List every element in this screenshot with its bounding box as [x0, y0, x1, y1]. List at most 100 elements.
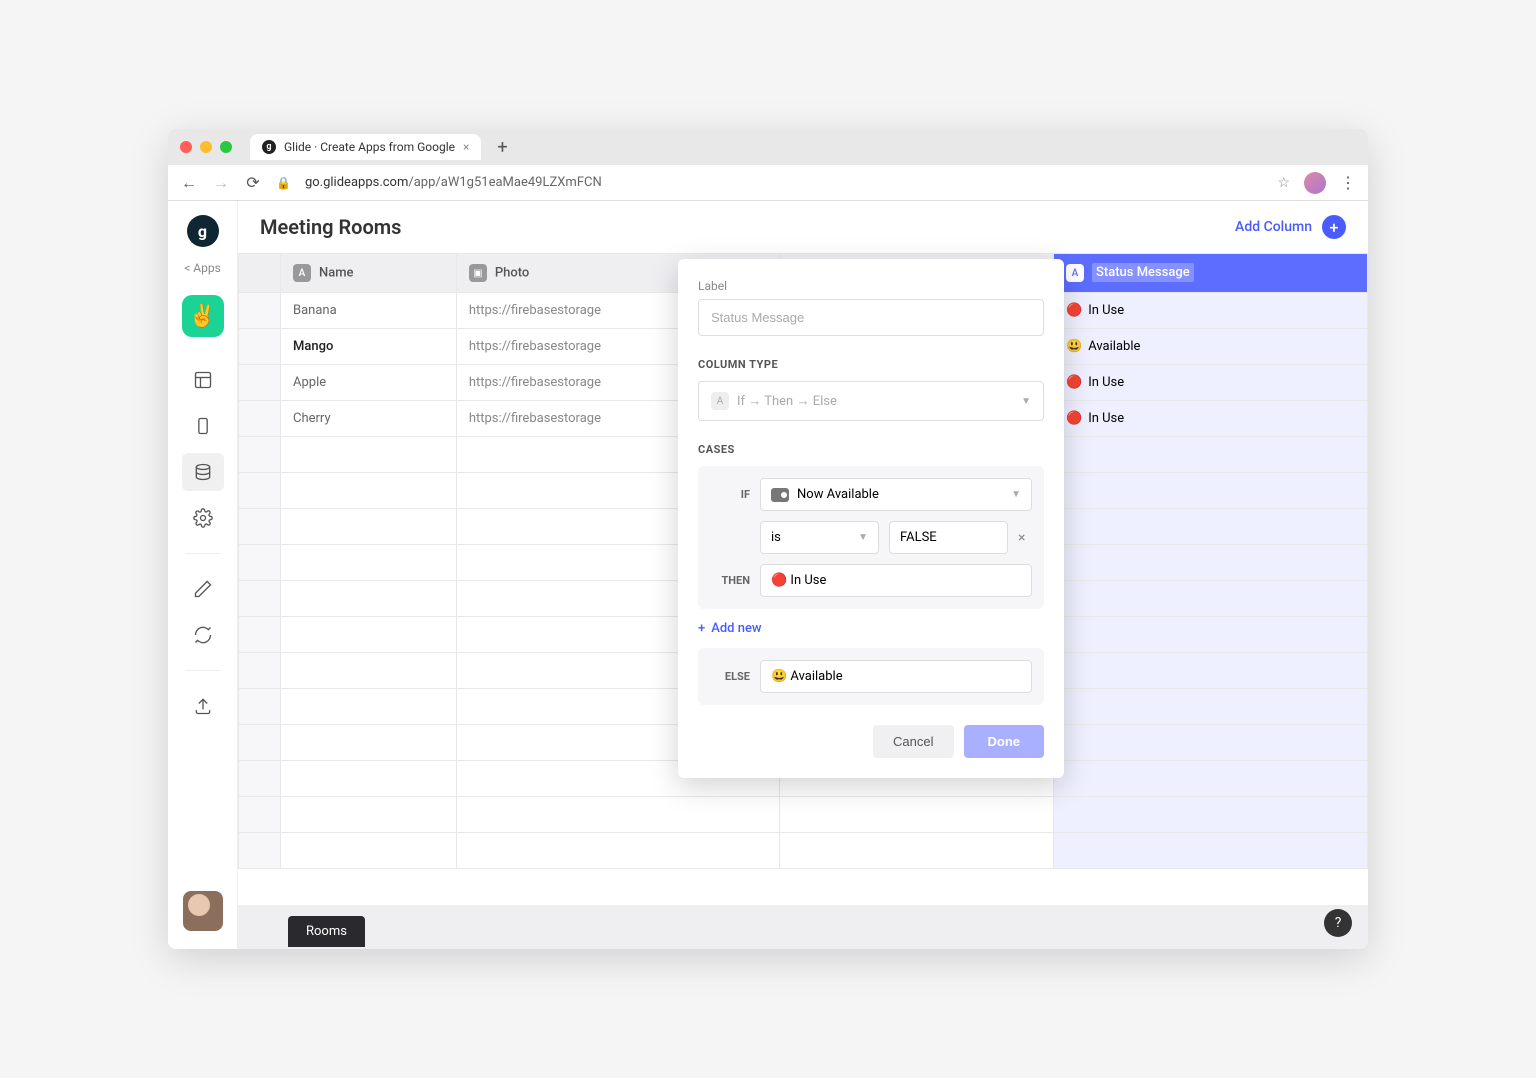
empty-cell[interactable] [456, 797, 779, 833]
status-cell[interactable]: 🔴In Use [1054, 293, 1368, 329]
row-header[interactable] [239, 725, 281, 761]
empty-cell[interactable] [779, 833, 1053, 869]
back-button[interactable]: ← [180, 173, 198, 193]
close-window-icon[interactable] [180, 141, 192, 153]
bookmark-icon[interactable]: ☆ [1277, 175, 1290, 191]
label-input[interactable] [698, 299, 1044, 336]
row-header[interactable] [239, 401, 281, 437]
value-input[interactable]: FALSE [889, 521, 1008, 554]
profile-avatar[interactable] [1304, 172, 1326, 194]
row-header[interactable] [239, 833, 281, 869]
row-header[interactable] [239, 761, 281, 797]
url-text[interactable]: go.glideapps.com/app/aW1g51eaMae49LZXmFC… [305, 175, 1263, 190]
empty-cell[interactable] [1054, 509, 1368, 545]
empty-cell[interactable] [1054, 653, 1368, 689]
column-header-name[interactable]: AName [281, 254, 457, 293]
empty-cell[interactable] [456, 833, 779, 869]
remove-case-icon[interactable]: × [1018, 530, 1032, 546]
row-header[interactable] [239, 689, 281, 725]
empty-cell[interactable] [281, 653, 457, 689]
data-icon[interactable] [182, 453, 224, 491]
chevron-down-icon: ▼ [858, 532, 868, 543]
empty-cell[interactable] [281, 833, 457, 869]
reload-button[interactable]: ⟳ [244, 173, 262, 192]
empty-cell[interactable] [281, 761, 457, 797]
row-header[interactable] [239, 617, 281, 653]
empty-cell[interactable] [1054, 617, 1368, 653]
minimize-window-icon[interactable] [200, 141, 212, 153]
browser-tab[interactable]: g Glide · Create Apps from Google × [250, 134, 481, 160]
empty-cell[interactable] [1054, 581, 1368, 617]
empty-cell[interactable] [281, 617, 457, 653]
empty-cell[interactable] [1054, 689, 1368, 725]
app-icon[interactable]: ✌️ [182, 295, 224, 337]
empty-cell[interactable] [1054, 473, 1368, 509]
name-cell[interactable]: Apple [281, 365, 457, 401]
row-header[interactable] [239, 581, 281, 617]
sheet-tab-rooms[interactable]: Rooms [288, 916, 365, 947]
row-header[interactable] [239, 329, 281, 365]
chevron-down-icon: ▼ [1011, 489, 1021, 500]
row-header[interactable] [239, 437, 281, 473]
main: Meeting Rooms Add Column + AName ▣Photo … [238, 201, 1368, 949]
empty-cell[interactable] [1054, 833, 1368, 869]
browser-menu-icon[interactable]: ⋮ [1340, 173, 1356, 192]
empty-cell[interactable] [1054, 797, 1368, 833]
column-type-select[interactable]: AIf → Then → Else ▼ [698, 381, 1044, 421]
empty-cell[interactable] [281, 725, 457, 761]
empty-cell[interactable] [1054, 437, 1368, 473]
empty-cell[interactable] [281, 797, 457, 833]
maximize-window-icon[interactable] [220, 141, 232, 153]
help-button[interactable]: ? [1324, 909, 1352, 937]
name-cell[interactable]: Mango [281, 329, 457, 365]
forward-button[interactable]: → [212, 173, 230, 193]
row-header[interactable] [239, 293, 281, 329]
corner-cell [239, 254, 281, 293]
row-header[interactable] [239, 509, 281, 545]
empty-cell[interactable] [1054, 725, 1368, 761]
name-cell[interactable]: Banana [281, 293, 457, 329]
edit-icon[interactable] [182, 570, 224, 608]
empty-cell[interactable] [281, 473, 457, 509]
share-icon[interactable] [182, 687, 224, 725]
layout-icon[interactable] [182, 361, 224, 399]
new-tab-button[interactable]: + [489, 137, 515, 158]
browser-window: g Glide · Create Apps from Google × + ← … [168, 129, 1368, 949]
empty-cell[interactable] [281, 545, 457, 581]
glide-logo[interactable]: g [187, 215, 219, 247]
close-tab-icon[interactable]: × [463, 140, 469, 154]
empty-cell[interactable] [779, 797, 1053, 833]
favicon-icon: g [262, 140, 276, 154]
row-header[interactable] [239, 545, 281, 581]
row-header[interactable] [239, 473, 281, 509]
row-header[interactable] [239, 365, 281, 401]
done-button[interactable]: Done [964, 725, 1045, 758]
row-header[interactable] [239, 653, 281, 689]
operator-select[interactable]: is ▼ [760, 521, 879, 554]
label-heading: Label [698, 279, 1044, 293]
empty-cell[interactable] [281, 689, 457, 725]
empty-cell[interactable] [1054, 761, 1368, 797]
column-header-status[interactable]: AStatus Message [1054, 254, 1368, 293]
mobile-icon[interactable] [182, 407, 224, 445]
cancel-button[interactable]: Cancel [873, 725, 953, 758]
empty-cell[interactable] [1054, 545, 1368, 581]
status-cell[interactable]: 🔴In Use [1054, 401, 1368, 437]
back-to-apps[interactable]: < Apps [184, 261, 221, 275]
status-cell[interactable]: 🔴In Use [1054, 365, 1368, 401]
row-header[interactable] [239, 797, 281, 833]
add-column-button[interactable]: Add Column + [1235, 215, 1346, 239]
empty-cell[interactable] [281, 581, 457, 617]
then-input[interactable]: 🔴 In Use [760, 564, 1032, 597]
add-case-button[interactable]: +Add new [698, 621, 1044, 636]
sync-icon[interactable] [182, 616, 224, 654]
empty-cell[interactable] [281, 437, 457, 473]
name-cell[interactable]: Cherry [281, 401, 457, 437]
status-cell[interactable]: 😃Available [1054, 329, 1368, 365]
if-field-select[interactable]: Now Available ▼ [760, 478, 1032, 511]
user-avatar[interactable] [183, 891, 223, 931]
else-input[interactable]: 😃 Available [760, 660, 1032, 693]
sheet-tabs: Rooms [238, 905, 1368, 949]
settings-icon[interactable] [182, 499, 224, 537]
empty-cell[interactable] [281, 509, 457, 545]
